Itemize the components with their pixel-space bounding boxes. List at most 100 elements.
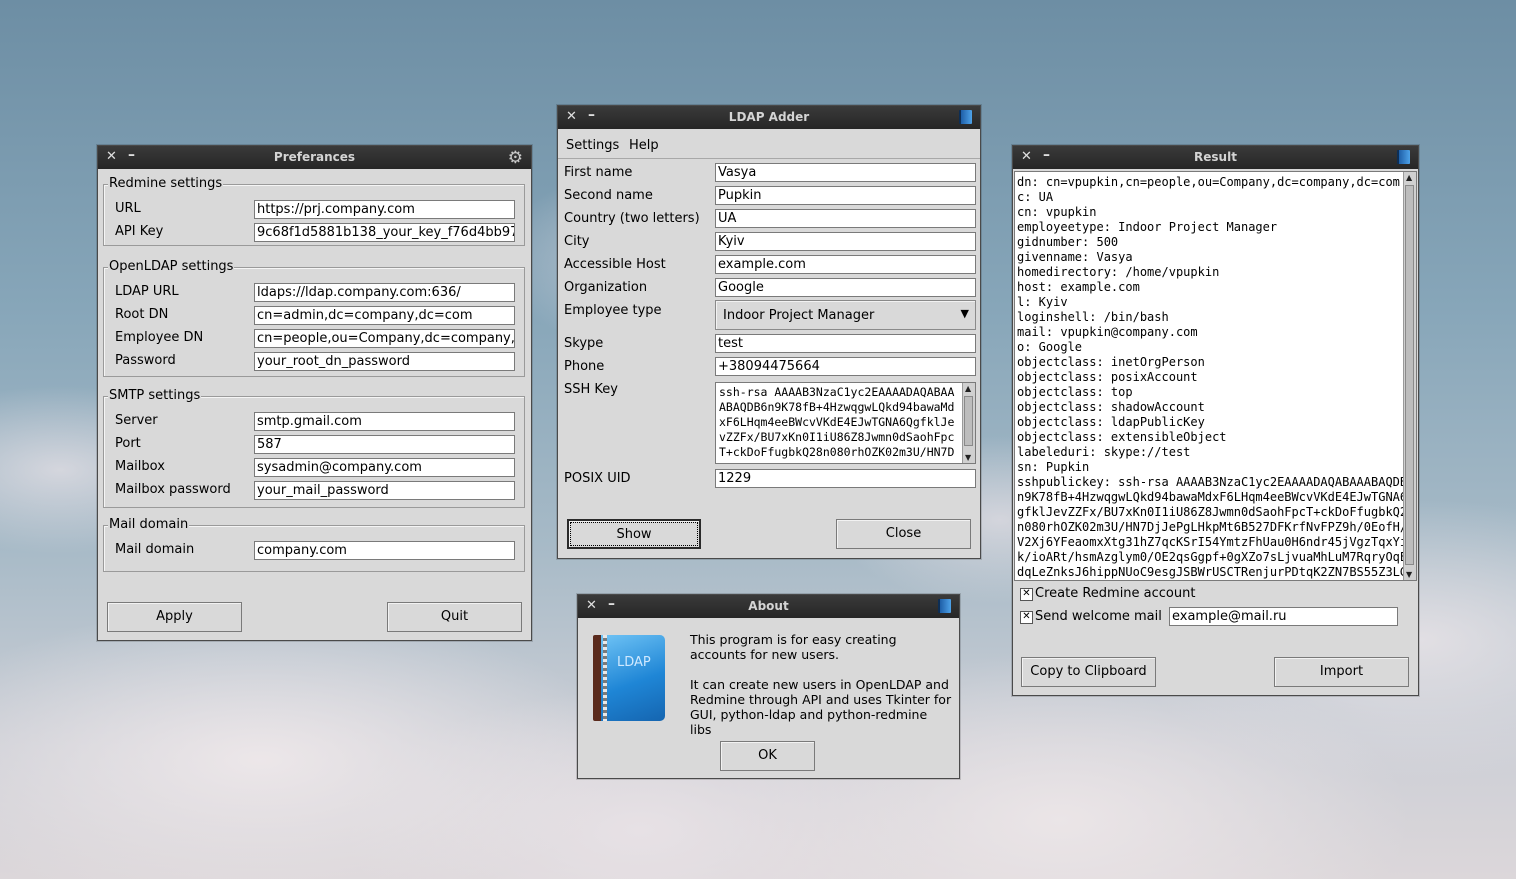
result-line: gidnumber: 500 [1017, 235, 1119, 249]
ldap-adder-titlebar[interactable]: ✕ – LDAP Adder [558, 106, 980, 129]
root-dn-field[interactable]: cn=admin,dc=company,dc=com [254, 306, 515, 325]
group-title-smtp: SMTP settings [108, 388, 202, 403]
result-line: givenname: Vasya [1017, 250, 1133, 264]
first-name-field[interactable]: Vasya [715, 163, 976, 182]
ok-button[interactable]: OK [720, 741, 815, 771]
api-key-label: API Key [115, 224, 164, 239]
port-label: Port [115, 436, 141, 451]
result-line: objectclass: ldapPublicKey [1017, 415, 1205, 429]
phone-label: Phone [564, 359, 605, 374]
result-window: ✕ – Result dn: cn=vpupkin,cn=people,ou=C… [1012, 145, 1419, 696]
window-title: About [748, 599, 789, 613]
import-button[interactable]: Import [1274, 657, 1409, 687]
window-title: LDAP Adder [728, 110, 810, 124]
result-line: mail: vpupkin@company.com [1017, 325, 1198, 339]
show-button[interactable]: Show [567, 519, 701, 549]
url-field[interactable]: https://prj.company.com [254, 200, 515, 219]
group-title-mail-domain: Mail domain [108, 517, 190, 532]
result-line: dn: cn=vpupkin,cn=people,ou=Company,dc=c… [1017, 175, 1400, 189]
mail-domain-field[interactable]: company.com [254, 541, 515, 560]
result-titlebar[interactable]: ✕ – Result [1013, 146, 1418, 169]
scroll-thumb[interactable] [1405, 185, 1414, 565]
mail-domain-label: Mail domain [115, 542, 195, 557]
scroll-down-icon[interactable]: ▼ [1406, 570, 1412, 579]
close-button[interactable]: Close [836, 519, 971, 549]
send-welcome-label: Send welcome mail [1035, 609, 1162, 624]
ldap-url-label: LDAP URL [115, 284, 179, 299]
result-line: dqLeZnksJ6hippNUoC9esgJSBWrUSCTRenjurPDt… [1017, 565, 1415, 579]
result-line: cn: vpupkin [1017, 205, 1097, 219]
about-window: ✕ – About LDAP This program is for easy … [577, 594, 960, 779]
result-line: objectclass: shadowAccount [1017, 400, 1205, 414]
country-field[interactable]: UA [715, 209, 976, 228]
send-welcome-checkbox[interactable]: ✕ [1020, 611, 1033, 624]
phone-field[interactable]: +38094475664 [715, 357, 976, 376]
result-line: objectclass: posixAccount [1017, 370, 1198, 384]
ssh-key-label: SSH Key [564, 382, 618, 397]
app-icon [938, 599, 951, 613]
preferences-window: ✕ – Preferances ⚙ Redmine settings URL h… [97, 145, 532, 641]
result-textarea[interactable]: dn: cn=vpupkin,cn=people,ou=Company,dc=c… [1014, 171, 1417, 581]
second-name-field[interactable]: Pupkin [715, 186, 976, 205]
city-field[interactable]: Kyiv [715, 232, 976, 251]
host-field[interactable]: example.com [715, 255, 976, 274]
password-field[interactable]: your_root_dn_password [254, 352, 515, 371]
about-text: This program is for easy creating accoun… [690, 632, 952, 737]
url-label: URL [115, 201, 141, 216]
scroll-up-icon[interactable]: ▲ [965, 384, 971, 393]
server-label: Server [115, 413, 158, 428]
mailbox-password-field[interactable]: your_mail_password [254, 481, 515, 500]
icon-text: LDAP [617, 655, 651, 670]
preferences-titlebar[interactable]: ✕ – Preferances ⚙ [98, 146, 531, 169]
scroll-up-icon[interactable]: ▲ [1406, 173, 1412, 182]
copy-to-clipboard-button[interactable]: Copy to Clipboard [1021, 657, 1156, 687]
posix-uid-field[interactable]: 1229 [715, 469, 976, 488]
scroll-down-icon[interactable]: ▼ [965, 453, 971, 462]
about-titlebar[interactable]: ✕ – About [578, 595, 959, 618]
skype-field[interactable]: test [715, 334, 976, 353]
employee-type-select[interactable]: Indoor Project Manager ▼ [715, 300, 976, 330]
welcome-email-field[interactable]: example@mail.ru [1169, 607, 1398, 626]
mailbox-password-label: Mailbox password [115, 482, 231, 497]
result-line: homedirectory: /home/vpupkin [1017, 265, 1220, 279]
port-field[interactable]: 587 [254, 435, 515, 454]
organization-field[interactable]: Google [715, 278, 976, 297]
apply-button[interactable]: Apply [107, 602, 242, 632]
result-line: host: example.com [1017, 280, 1140, 294]
result-line: sshpublickey: ssh-rsa AAAAB3NzaC1yc2EAAA… [1017, 475, 1415, 489]
server-field[interactable]: smtp.gmail.com [254, 412, 515, 431]
employee-dn-field[interactable]: cn=people,ou=Company,dc=company,dc [254, 329, 515, 348]
ldap-book-icon: LDAP [593, 635, 665, 721]
ssh-key-line: ssh-rsa AAAAB3NzaC1yc2EAAAADAQABAA [719, 385, 955, 399]
ldap-url-field[interactable]: ldaps://ldap.company.com:636/ [254, 283, 515, 302]
scroll-thumb[interactable] [964, 396, 973, 446]
gear-icon: ⚙ [507, 148, 523, 168]
create-redmine-checkbox[interactable]: ✕ [1020, 588, 1033, 601]
result-line: c: UA [1017, 190, 1054, 204]
result-line: labeleduri: skype://test [1017, 445, 1191, 459]
ldap-adder-window: ✕ – LDAP Adder Settings Help First name … [557, 105, 981, 559]
menu-settings[interactable]: Settings [566, 138, 619, 153]
api-key-field[interactable]: 9c68f1d5881b138_your_key_f76d4bb97e [254, 223, 515, 242]
country-label: Country (two letters) [564, 211, 700, 226]
result-line: employeetype: Indoor Project Manager [1017, 220, 1278, 234]
group-title-openldap: OpenLDAP settings [108, 259, 235, 274]
dropdown-arrow-icon: ▼ [960, 307, 969, 320]
password-label: Password [115, 353, 176, 368]
ssh-key-scrollbar[interactable]: ▲ ▼ [962, 383, 975, 463]
organization-label: Organization [564, 280, 648, 295]
quit-button[interactable]: Quit [387, 602, 522, 632]
window-title: Result [1194, 150, 1237, 164]
ssh-key-line: ABAQDB6n9K78fB+4HzwqgwLQkd94bawaMd [719, 400, 955, 414]
ssh-key-textarea[interactable]: ssh-rsa AAAAB3NzaC1yc2EAAAADAQABAA ABAQD… [715, 382, 976, 464]
menu-help[interactable]: Help [629, 138, 659, 153]
result-scrollbar[interactable]: ▲ ▼ [1403, 172, 1416, 580]
mailbox-field[interactable]: sysadmin@company.com [254, 458, 515, 477]
result-line: objectclass: extensibleObject [1017, 430, 1227, 444]
first-name-label: First name [564, 165, 633, 180]
ssh-key-line: xF6LHqm4eeBWcvVKdE4EJwTGNA6QgfklJe [719, 415, 955, 429]
result-line: objectclass: top [1017, 385, 1133, 399]
result-line: o: Google [1017, 340, 1083, 354]
result-line: gfklJevZZFx/BU7xKn0I1iU86Z8Jwmn0dSaohFpc… [1017, 505, 1415, 519]
root-dn-label: Root DN [115, 307, 169, 322]
